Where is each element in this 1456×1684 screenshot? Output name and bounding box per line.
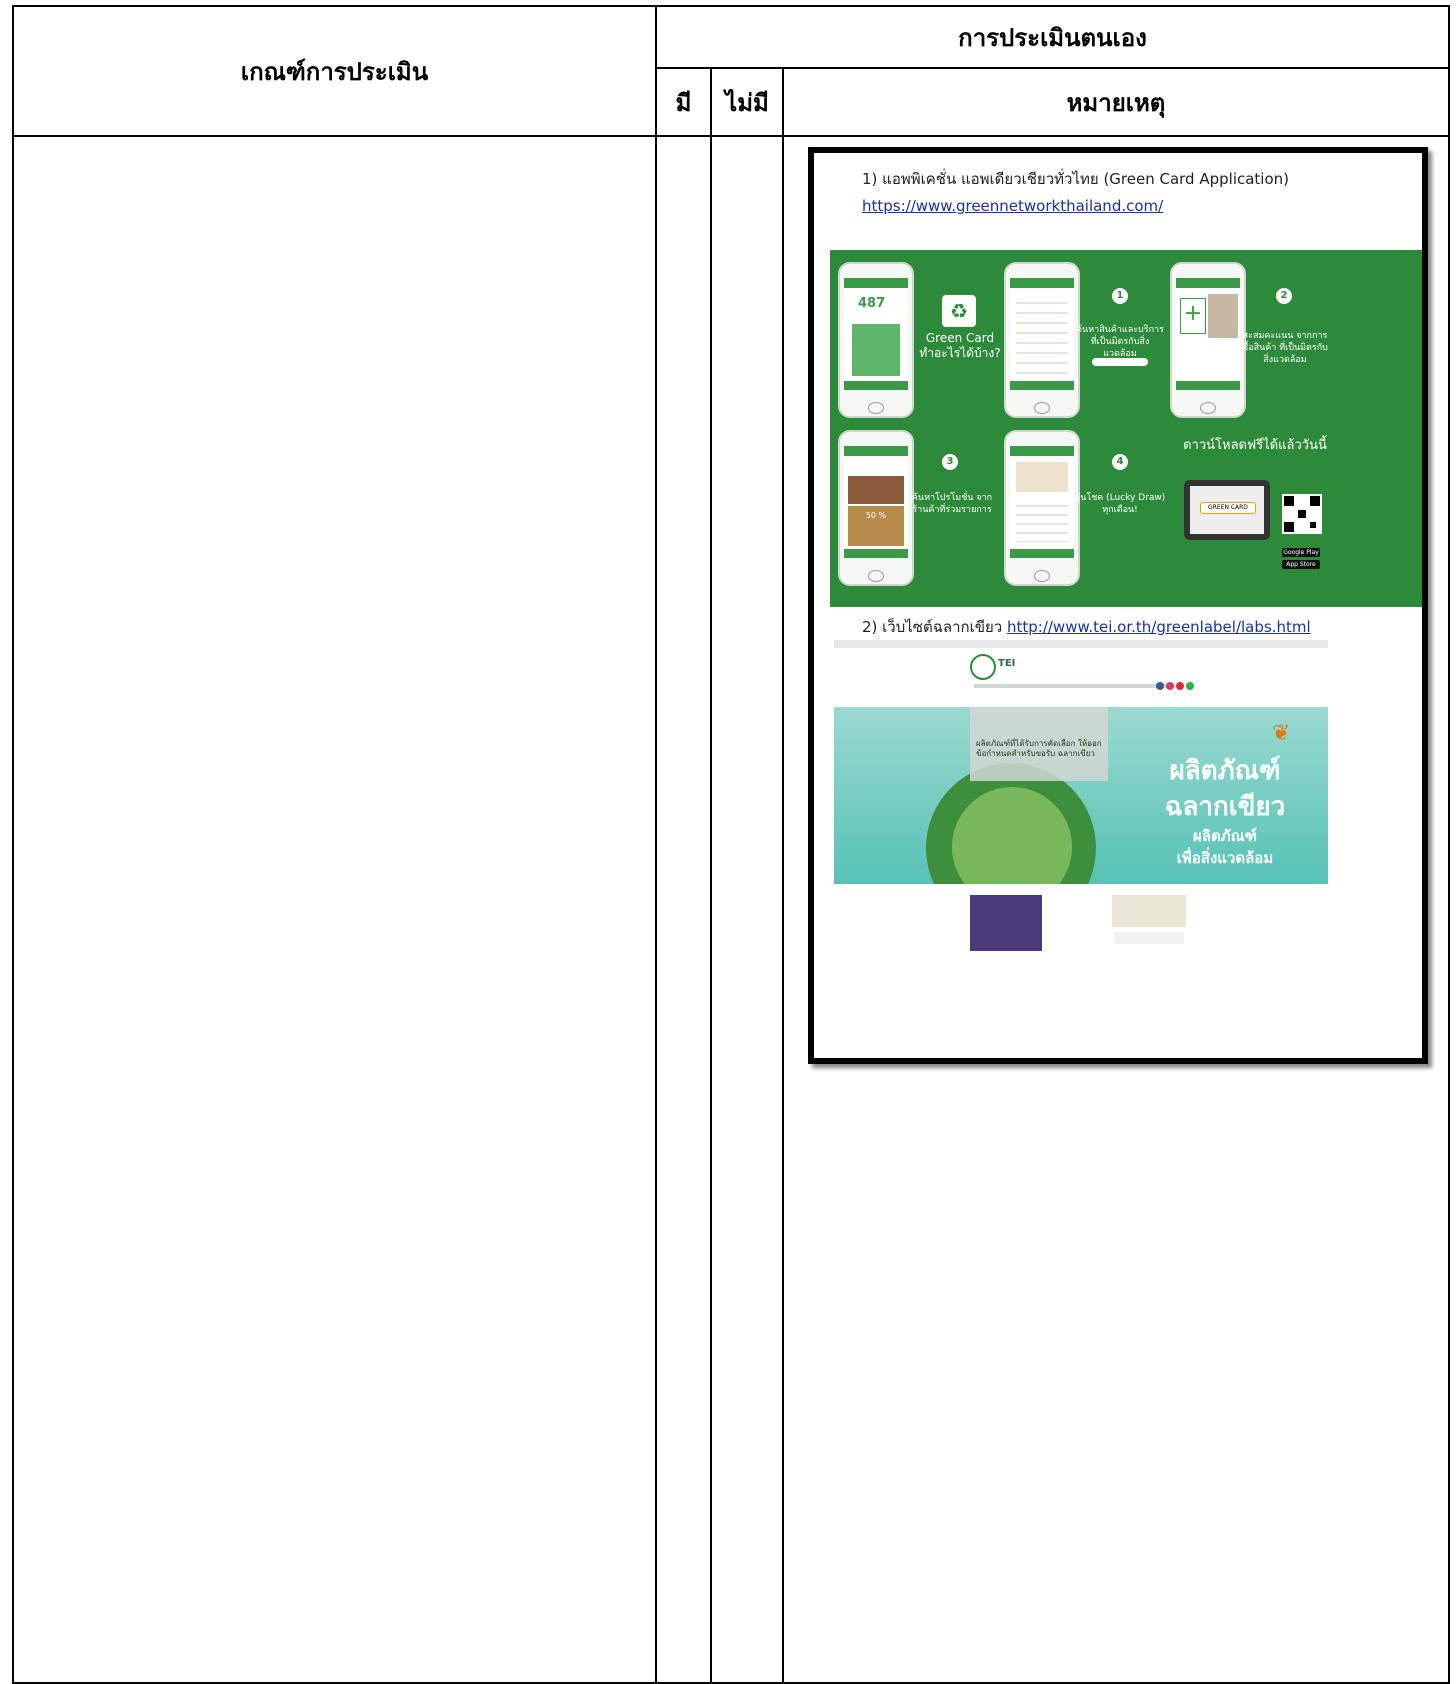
green-card-logo-icon: ♻	[942, 295, 976, 327]
phone-mockup	[1004, 262, 1080, 418]
item2-text: 2) เว็บไซต์ฉลากเขียว http://www.tei.or.t…	[862, 618, 1311, 636]
banner-title: ผลิตภัณฑ์ ฉลากเขียว ผลิตภัณฑ์ เพื่อสิ่งแ…	[1164, 756, 1286, 867]
site-nav	[974, 684, 1174, 688]
step4-text: ลุ้นโชค (Lucky Draw) ทุกเดือน!	[1074, 493, 1166, 515]
step1-text: ค้นหาสินค้าและบริการ ที่เป็นมิตรกับสิ่งแ…	[1076, 325, 1164, 359]
phone-mockup	[1004, 430, 1080, 586]
line-icon	[1186, 682, 1194, 690]
phone-mockup: 50 %	[838, 430, 914, 586]
header-no: ไม่มี	[710, 67, 784, 137]
tablet-button: GREEN CARD	[1200, 502, 1256, 514]
item1-text: 1) แอพพิเคชั่น แอพเดียวเชียวทั่วไทย (Gre…	[862, 170, 1290, 188]
green-label-banner: ผลิตภัณฑ์ที่ได้รับการคัดเลือก ให้ออกข้อก…	[834, 707, 1328, 884]
green-card-title: Green Card ทำอะไรได้บ้าง?	[919, 331, 1001, 360]
step2-text: สะสมคะแนน จากการซื้อสินค้า ที่เป็นมิตรกั…	[1242, 331, 1328, 365]
header-yes: มี	[655, 67, 712, 137]
phone-mockup: 487	[838, 262, 914, 418]
youtube-icon	[1176, 682, 1184, 690]
promo-percent: 50 %	[848, 506, 904, 546]
news-thumbnail[interactable]	[1112, 895, 1186, 927]
green-card-infographic: 487 ♻ Green Card ทำอะไรได้บ้าง? 1 ค้นหาส…	[830, 250, 1422, 607]
page: เกณฑ์การประเมิน การประเมินตนเอง มี ไม่มี…	[0, 0, 1456, 1684]
browser-address-bar	[834, 640, 1328, 648]
instagram-icon	[1166, 682, 1174, 690]
phone-mockup: +	[1170, 262, 1246, 418]
header-self-assessment: การประเมินตนเอง	[655, 5, 1450, 69]
remark-cell: 1) แอพพิเคชั่น แอพเดียวเชียวทั่วไทย (Gre…	[782, 135, 1450, 1684]
banner-info-box: ผลิตภัณฑ์ที่ได้รับการคัดเลือก ให้ออกข้อก…	[970, 707, 1108, 781]
points-value: 487	[858, 296, 886, 311]
step3-number: 3	[942, 454, 958, 470]
item2-link[interactable]: http://www.tei.or.th/greenlabel/labs.htm…	[1007, 618, 1311, 636]
butterfly-icon: ❦	[1272, 721, 1291, 746]
tei-logo-text: TEI	[998, 658, 1016, 669]
step4-number: 4	[1112, 454, 1128, 470]
app-store-badge: App Store	[1282, 560, 1320, 569]
tei-website-screenshot: TEI ผลิตภัณฑ์ที่ได้รับการคัดเลือก ให้ออก…	[834, 640, 1328, 951]
facebook-icon	[1156, 682, 1164, 690]
tei-logo-icon	[970, 654, 996, 680]
evidence-screenshot: 1) แอพพิเคชั่น แอพเดียวเชียวทั่วไทย (Gre…	[808, 147, 1428, 1064]
header-remark: หมายเหตุ	[782, 67, 1450, 137]
header-criteria: เกณฑ์การประเมิน	[12, 5, 657, 137]
step1-number: 1	[1112, 288, 1128, 304]
yes-cell	[655, 135, 712, 1684]
download-text: ดาวน์โหลดฟรีได้แล้ววันนี้	[1183, 438, 1327, 453]
item1-link[interactable]: https://www.greennetworkthailand.com/	[862, 197, 1163, 215]
criteria-cell	[12, 135, 657, 1684]
step2-number: 2	[1276, 288, 1292, 304]
google-play-badge: Google Play	[1282, 548, 1320, 557]
no-cell	[710, 135, 784, 1684]
news-thumbnail[interactable]	[970, 895, 1042, 951]
step3-text: ค้นหาโปรโมชั่น จากร้านค้าที่ร่วมรายการ	[911, 493, 993, 515]
assessment-table: เกณฑ์การประเมิน การประเมินตนเอง มี ไม่มี…	[12, 5, 1450, 1684]
tablet-illustration: GREEN CARD	[1184, 480, 1270, 540]
qr-code-icon	[1282, 494, 1322, 534]
